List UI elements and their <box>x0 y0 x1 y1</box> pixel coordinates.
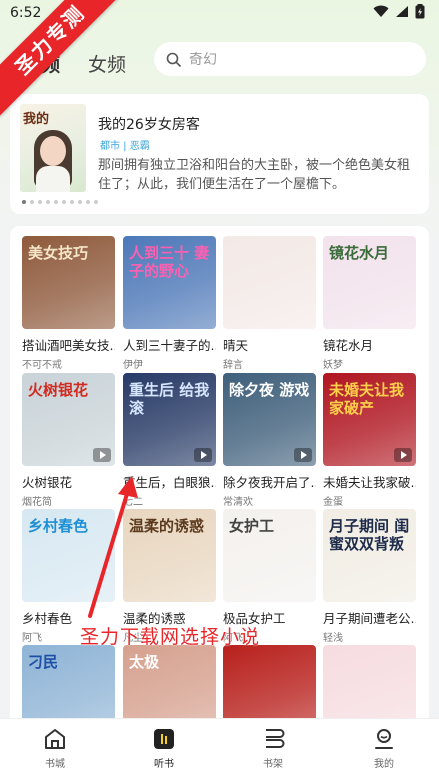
pagination-dot <box>22 200 26 204</box>
banner-cover-text: 我的 <box>23 112 50 127</box>
book-author: 妖梦 <box>323 360 343 371</box>
book-cover-text: 未婚夫让我家破产 <box>329 381 405 417</box>
book-cover[interactable]: 女护工 <box>223 509 316 602</box>
banner-description: 那间拥有独立卫浴和阳台的大主卧，被一个绝色美女租住了；从此，我们便生活在了一个屋… <box>98 158 411 192</box>
pagination-dot <box>46 200 50 204</box>
book-item[interactable] <box>323 645 416 726</box>
banner-book-cover[interactable]: 我的 <box>20 104 86 192</box>
book-item[interactable]: 除夕夜 游戏 除夕夜我开启了... 常清欢 <box>223 373 316 508</box>
book-item[interactable]: 月子期间 闺蜜双双背叛月子期间遭老公... 轻浅 <box>323 509 416 644</box>
search-placeholder: 奇幻 <box>189 52 217 68</box>
battery-icon <box>415 4 425 19</box>
bookshelf-icon <box>266 729 285 748</box>
book-author: 不可不戒 <box>22 360 62 371</box>
nav-item-bookshelf[interactable]: 书架 <box>243 727 303 770</box>
bottom-navigation: 书城 听书 书架 我的 <box>0 718 439 780</box>
book-author: 轻浅 <box>323 633 343 644</box>
wifi-icon <box>373 5 389 17</box>
book-title[interactable]: 除夕夜我开启了... <box>223 472 316 491</box>
pagination-dot <box>54 200 58 204</box>
book-item[interactable]: 人到三十 妻子的野心人到三十妻子的... 伊伊 <box>123 236 216 371</box>
nav-item-bookstore[interactable]: 书城 <box>25 727 85 770</box>
annotation-arrow <box>88 476 138 618</box>
book-cover[interactable]: 除夕夜 游戏 <box>223 373 316 466</box>
book-cover[interactable] <box>223 236 316 329</box>
book-title[interactable]: 人到三十妻子的... <box>123 335 216 354</box>
nav-item-audiobooks[interactable]: 听书 <box>134 727 194 770</box>
book-title[interactable]: 晴天 <box>223 335 316 354</box>
book-cover-text: 镜花水月 <box>329 244 390 262</box>
book-grid: 美女技巧搭讪酒吧美女技... 不可不戒 人到三十 妻子的野心人到三十妻子的... 伊伊… <box>10 226 429 726</box>
watermark-caption: 圣力下载网选择小说 <box>80 626 261 648</box>
book-item[interactable]: 美女技巧搭讪酒吧美女技... 不可不戒 <box>22 236 115 371</box>
book-cover-text: 人到三十 妻子的野心 <box>129 244 210 280</box>
status-time: 6:52 <box>10 5 42 21</box>
play-icon <box>294 448 312 462</box>
featured-banner[interactable]: 我的 我的26岁女房客 都市 | 恶霸 那间拥有独立卫浴和阳台的大主卧，被一个绝… <box>10 94 429 214</box>
book-cover[interactable]: 未婚夫让我家破产 <box>323 373 416 466</box>
book-cover-text: 美女技巧 <box>28 244 89 262</box>
pagination-dot <box>70 200 74 204</box>
book-cover-text: 女护工 <box>229 517 275 535</box>
book-item[interactable]: 太极 <box>123 645 216 726</box>
nav-label: 我的 <box>374 759 394 770</box>
home-icon <box>45 729 65 749</box>
pagination-dot <box>86 200 90 204</box>
book-cover-text: 重生后 给我滚 <box>129 381 210 417</box>
search-input[interactable]: 奇幻 <box>154 42 426 76</box>
play-icon <box>194 448 212 462</box>
book-cover[interactable]: 美女技巧 <box>22 236 115 329</box>
status-icons <box>373 4 425 19</box>
book-cover[interactable]: 火树银花 <box>22 373 115 466</box>
book-title[interactable]: 搭讪酒吧美女技... <box>22 335 115 354</box>
pagination-dot <box>94 200 98 204</box>
pagination-dot <box>30 200 34 204</box>
book-cover-text: 月子期间 闺蜜双双背叛 <box>329 517 410 553</box>
pagination-dot <box>78 200 82 204</box>
book-cover[interactable] <box>323 645 416 726</box>
book-cover[interactable]: 刁民 <box>22 645 115 726</box>
book-item[interactable]: 刁民 <box>22 645 115 726</box>
book-title[interactable]: 镜花水月 <box>323 335 416 354</box>
book-cover[interactable]: 人到三十 妻子的野心 <box>123 236 216 329</box>
book-cover-text: 刁民 <box>28 653 59 671</box>
nav-item-profile[interactable]: 我的 <box>354 727 414 770</box>
book-cover-text: 除夕夜 游戏 <box>229 381 310 399</box>
book-cover[interactable]: 太极 <box>123 645 216 726</box>
book-cover-text: 火树银花 <box>28 381 89 399</box>
book-author: 金蛋 <box>323 497 343 508</box>
banner-pagination <box>22 200 98 204</box>
banner-tags: 都市 | 恶霸 <box>100 141 150 152</box>
book-cover[interactable]: 镜花水月 <box>323 236 416 329</box>
book-cover[interactable] <box>223 645 316 726</box>
book-cover[interactable]: 月子期间 闺蜜双双背叛 <box>323 509 416 602</box>
book-item[interactable] <box>223 645 316 726</box>
play-icon <box>394 448 412 462</box>
book-author: 伊伊 <box>123 360 143 371</box>
banner-title[interactable]: 我的26岁女房客 <box>98 114 200 134</box>
tab-female[interactable]: 女频 <box>88 50 126 77</box>
nav-label: 书城 <box>45 759 65 770</box>
nav-label: 听书 <box>154 759 174 770</box>
play-icon <box>93 448 111 462</box>
signal-icon <box>396 6 408 17</box>
search-icon <box>166 52 181 67</box>
book-author: 辞言 <box>223 360 243 371</box>
book-cover[interactable]: 重生后 给我滚 <box>123 373 216 466</box>
book-cover-text: 太极 <box>129 653 160 671</box>
book-item[interactable]: 未婚夫让我家破产未婚夫让我家破... 金蛋 <box>323 373 416 508</box>
pagination-dot <box>38 200 42 204</box>
audio-book-icon <box>154 729 174 749</box>
nav-label: 书架 <box>263 759 283 770</box>
book-author: 常清欢 <box>223 497 253 508</box>
pagination-dot <box>62 200 66 204</box>
book-title[interactable]: 未婚夫让我家破... <box>323 472 416 491</box>
profile-icon <box>375 729 393 749</box>
book-item[interactable]: 晴天 辞言 <box>223 236 316 371</box>
book-item[interactable]: 镜花水月 镜花水月 妖梦 <box>323 236 416 371</box>
book-title[interactable]: 月子期间遭老公... <box>323 608 416 627</box>
